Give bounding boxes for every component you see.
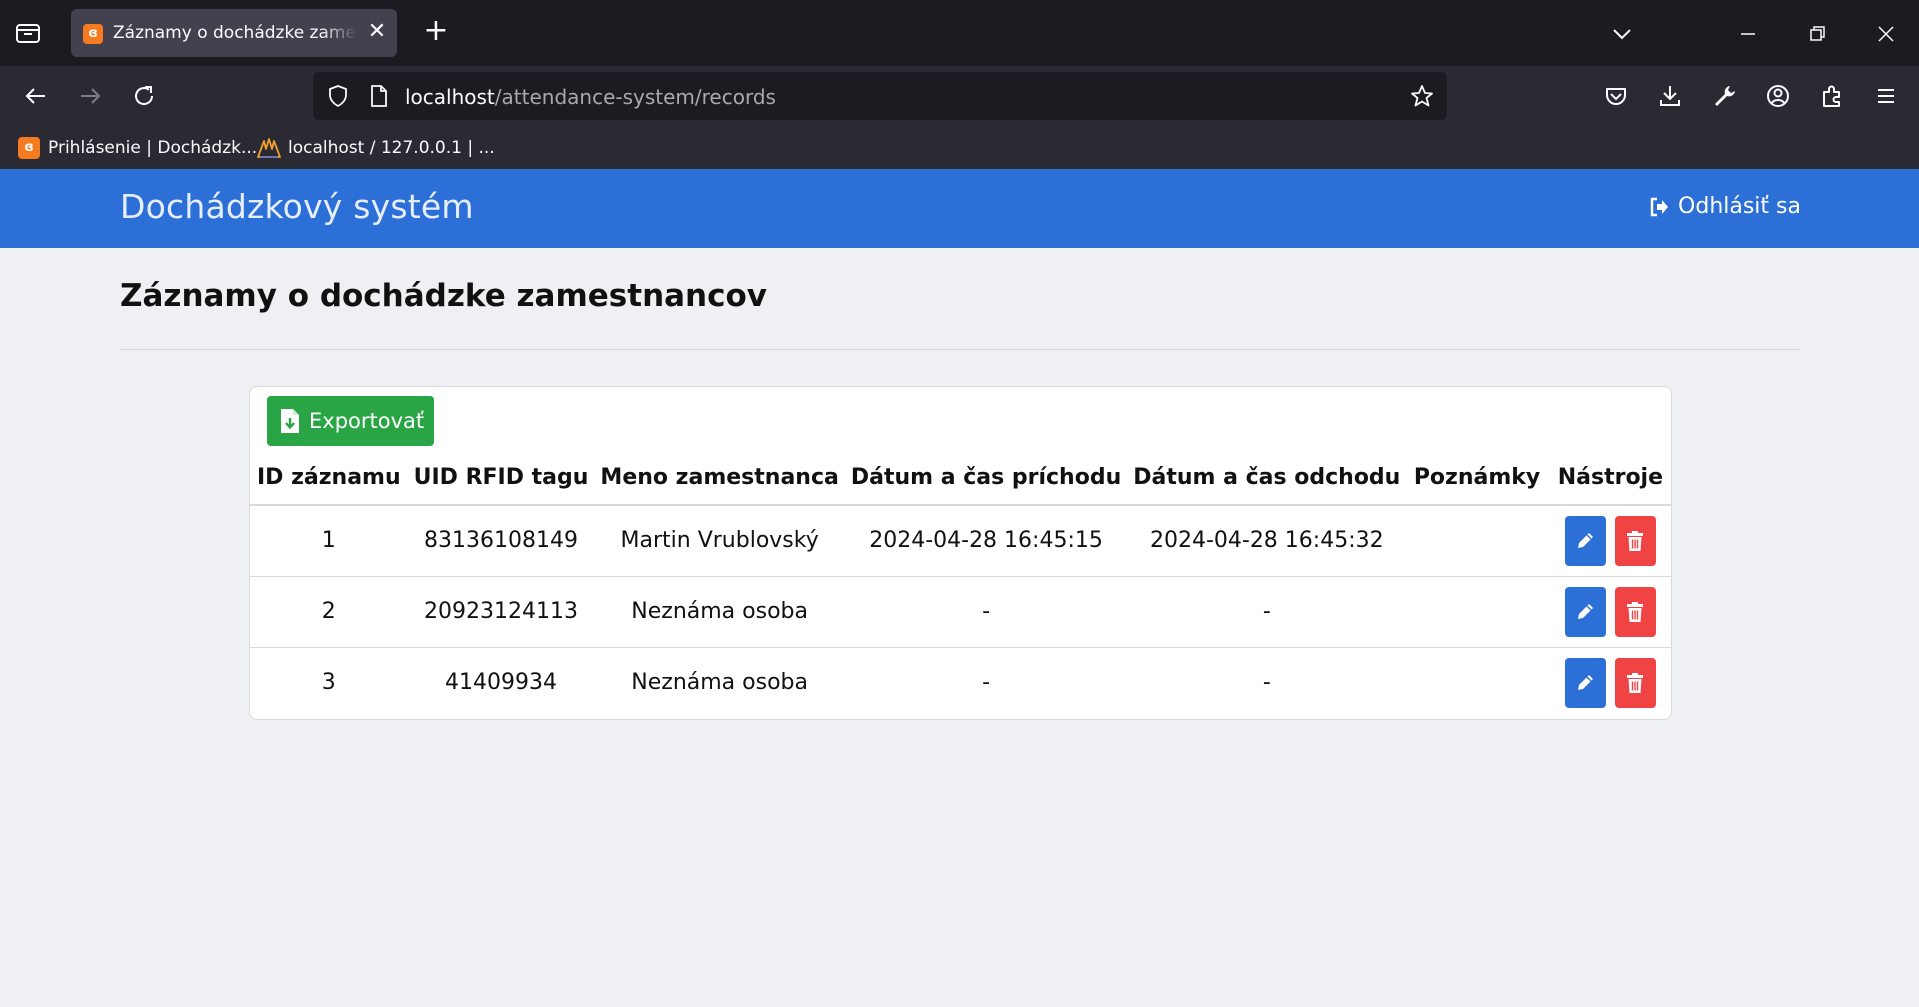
cell-id: 3 bbox=[321, 670, 336, 696]
table-row: 1 83136108149 Martin Vrublovský 2024-04-… bbox=[250, 505, 1671, 577]
logout-label: Odhlásiť sa bbox=[1678, 194, 1801, 219]
phpmyadmin-icon bbox=[256, 137, 282, 159]
logout-icon bbox=[1650, 197, 1669, 216]
cell-id: 2 bbox=[250, 576, 408, 648]
cell-uid: 20923124113 bbox=[407, 576, 595, 648]
table-row: 3 41409934 Neznáma osoba - - bbox=[250, 647, 1671, 718]
back-arrow-icon[interactable] bbox=[20, 80, 52, 112]
xampp-favicon-icon: ɞ bbox=[83, 24, 103, 44]
cell-uid: 41409934 bbox=[445, 670, 557, 696]
pocket-icon[interactable] bbox=[1600, 80, 1632, 112]
edit-button[interactable] bbox=[1564, 515, 1606, 566]
cell-id: 1 bbox=[250, 505, 408, 577]
cell-name: Neznáma osoba bbox=[594, 576, 845, 648]
export-button[interactable]: Exportovať bbox=[267, 396, 434, 446]
delete-button[interactable] bbox=[1614, 657, 1656, 708]
cell-tools bbox=[1547, 576, 1671, 648]
bookmark-star-icon[interactable] bbox=[1409, 83, 1435, 113]
table-row: 2 20923124113 Neznáma osoba - - bbox=[250, 576, 1671, 648]
column-header-uid: UID RFID tagu bbox=[407, 451, 595, 506]
trash-icon bbox=[1627, 530, 1644, 551]
browser-tab-bar: ɞ Záznamy o dochádzke zamestnancov ✕ + bbox=[0, 0, 1919, 66]
cell-uid: 83136108149 bbox=[407, 505, 595, 577]
bookmark-phpmyadmin[interactable]: localhost / 127.0.0.1 | ... bbox=[256, 136, 495, 160]
cell-departure: 2024-04-28 16:45:32 bbox=[1127, 505, 1407, 577]
bookmarks-bar: ɞ Prihlásenie | Dochádzk... localhost / … bbox=[0, 126, 1919, 169]
column-header-departure: Dátum a čas odchodu bbox=[1127, 451, 1407, 506]
menu-hamburger-icon[interactable] bbox=[1870, 80, 1902, 112]
file-download-icon bbox=[281, 409, 299, 433]
pencil-icon bbox=[1578, 532, 1594, 548]
app-header: Dochádzkový systém Odhlásiť sa bbox=[0, 169, 1919, 248]
app-brand[interactable]: Dochádzkový systém bbox=[120, 187, 474, 226]
bookmark-label: Prihlásenie | Dochádzk... bbox=[48, 138, 258, 158]
column-header-name: Meno zamestnanca bbox=[594, 451, 845, 506]
browser-tab-active[interactable]: ɞ Záznamy o dochádzke zamestnancov ✕ bbox=[71, 9, 397, 57]
pencil-icon bbox=[1578, 603, 1594, 619]
column-header-notes: Poznámky bbox=[1406, 451, 1548, 506]
cell-name: Neznáma osoba bbox=[631, 670, 808, 696]
delete-button[interactable] bbox=[1614, 586, 1656, 637]
delete-button[interactable] bbox=[1614, 515, 1656, 566]
downloads-icon[interactable] bbox=[1654, 80, 1686, 112]
table-header-row: ID záznamu UID RFID tagu Meno zamestnanc… bbox=[250, 451, 1671, 506]
page-info-icon[interactable] bbox=[367, 83, 391, 113]
edit-button[interactable] bbox=[1564, 586, 1606, 637]
tab-list-icon[interactable] bbox=[14, 20, 46, 46]
title-divider bbox=[120, 349, 1800, 350]
tab-title: Záznamy o dochádzke zamestnancov bbox=[113, 23, 357, 43]
restore-window-icon[interactable] bbox=[1801, 18, 1833, 50]
list-all-tabs-chevron-icon[interactable] bbox=[1606, 18, 1638, 50]
url-path: /attendance-system/records bbox=[494, 85, 776, 109]
cell-departure: - bbox=[1262, 670, 1271, 696]
trash-icon bbox=[1627, 601, 1644, 622]
bookmark-login[interactable]: ɞ Prihlásenie | Dochádzk... bbox=[18, 136, 257, 160]
records-table: ID záznamu UID RFID tagu Meno zamestnanc… bbox=[250, 451, 1671, 718]
page-title: Záznamy o dochádzke zamestnancov bbox=[120, 278, 768, 314]
cell-notes bbox=[1406, 647, 1547, 718]
column-header-arrival: Dátum a čas príchodu bbox=[844, 451, 1128, 506]
cell-tools bbox=[1548, 647, 1671, 718]
xampp-icon: ɞ bbox=[18, 137, 40, 159]
forward-arrow-icon[interactable] bbox=[74, 80, 106, 112]
logout-button[interactable]: Odhlásiť sa bbox=[1648, 194, 1801, 219]
cell-arrival: 2024-04-28 16:45:15 bbox=[844, 505, 1128, 577]
column-header-id: ID záznamu bbox=[250, 451, 408, 506]
url-bar[interactable]: localhost/attendance-system/records bbox=[313, 72, 1447, 120]
new-tab-button[interactable]: + bbox=[420, 16, 452, 48]
cell-departure: - bbox=[1127, 576, 1407, 648]
shield-icon[interactable] bbox=[325, 83, 351, 113]
cell-tools bbox=[1547, 505, 1671, 577]
extensions-icon[interactable] bbox=[1816, 80, 1848, 112]
cell-arrival: - bbox=[844, 576, 1128, 648]
column-header-tools: Nástroje bbox=[1547, 451, 1671, 506]
wrench-icon[interactable] bbox=[1708, 80, 1740, 112]
pencil-icon bbox=[1578, 674, 1594, 690]
minimize-window-icon[interactable] bbox=[1732, 18, 1764, 50]
cell-arrival: - bbox=[982, 670, 991, 696]
account-icon[interactable] bbox=[1762, 80, 1794, 112]
browser-navigation-bar: localhost/attendance-system/records bbox=[0, 66, 1919, 126]
close-window-icon[interactable] bbox=[1870, 18, 1902, 50]
url-text: localhost/attendance-system/records bbox=[405, 85, 776, 109]
reload-icon[interactable] bbox=[128, 80, 160, 112]
records-card: Exportovať ID záznamu UID RFID tagu Meno… bbox=[249, 386, 1672, 720]
url-host: localhost bbox=[405, 85, 495, 109]
export-label: Exportovať bbox=[309, 409, 425, 433]
edit-button[interactable] bbox=[1564, 657, 1606, 708]
cell-name: Martin Vrublovský bbox=[594, 505, 845, 577]
cell-notes bbox=[1406, 505, 1548, 577]
bookmark-label: localhost / 127.0.0.1 | ... bbox=[288, 138, 495, 158]
close-tab-icon[interactable]: ✕ bbox=[365, 21, 389, 45]
cell-notes bbox=[1406, 576, 1548, 648]
trash-icon bbox=[1627, 672, 1644, 693]
